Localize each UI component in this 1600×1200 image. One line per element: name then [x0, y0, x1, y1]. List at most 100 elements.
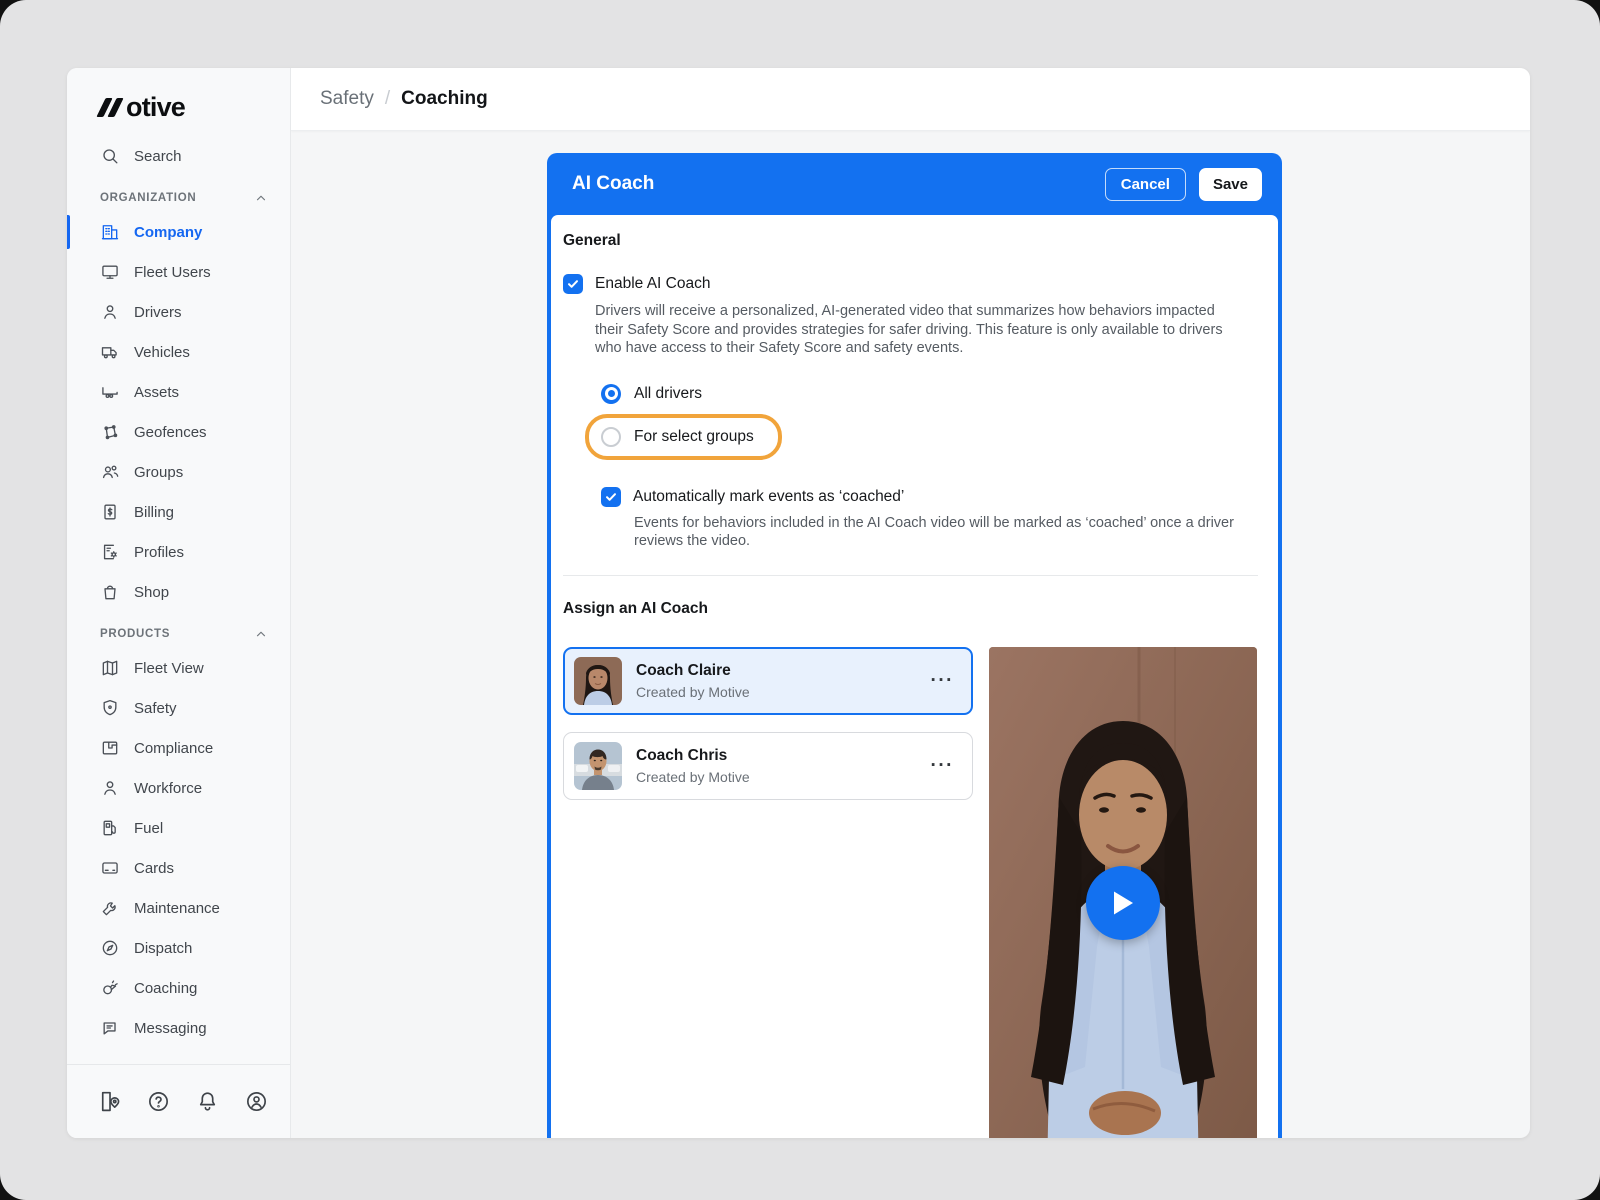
all-drivers-option[interactable]: All drivers [601, 383, 1258, 405]
radio-unselected-icon[interactable] [601, 427, 621, 447]
enable-ai-coach-description: Drivers will receive a personalized, AI-… [595, 302, 1229, 358]
cancel-button[interactable]: Cancel [1105, 168, 1186, 201]
screen: otive Search ORGANIZATION Company Fleet … [0, 0, 1600, 1200]
sidebar-item-company[interactable]: Company [67, 212, 290, 252]
check-icon [567, 278, 579, 290]
help-icon[interactable] [146, 1089, 171, 1114]
sidebar: otive Search ORGANIZATION Company Fleet … [67, 68, 291, 1138]
sidebar-item-safety[interactable]: Safety [67, 688, 290, 728]
sidebar-item-search[interactable]: Search [67, 136, 290, 176]
breadcrumb-coaching: Coaching [401, 88, 488, 110]
section-divider [563, 575, 1258, 576]
credit-card-icon [100, 858, 120, 878]
enable-ai-coach-row: Enable AI Coach [563, 274, 1258, 294]
sidebar-item-label: Company [134, 224, 202, 241]
person-icon [100, 302, 120, 322]
coach-chris-menu-button[interactable]: ··· [931, 761, 954, 771]
select-groups-highlight: For select groups [585, 414, 782, 460]
sidebar-item-label: Fuel [134, 820, 163, 837]
coach-claire-menu-button[interactable]: ··· [931, 676, 954, 686]
coach-claire-text: Coach Claire Created by Motive [636, 662, 750, 700]
motive-logo-text: otive [126, 94, 185, 121]
fuel-pump-icon [100, 818, 120, 838]
sidebar-item-cards[interactable]: Cards [67, 848, 290, 888]
coach-card-claire[interactable]: Coach Claire Created by Motive ··· [563, 647, 973, 715]
sidebar-item-label: Drivers [134, 304, 182, 321]
auto-mark-label: Automatically mark events as ‘coached’ [633, 487, 904, 507]
sidebar-item-label: Workforce [134, 780, 202, 797]
sidebar-item-label: Profiles [134, 544, 184, 561]
auto-mark-checkbox[interactable] [601, 487, 621, 507]
notifications-icon[interactable] [195, 1089, 220, 1114]
sidebar-item-label: Fleet Users [134, 264, 211, 281]
app-window: otive Search ORGANIZATION Company Fleet … [67, 68, 1530, 1138]
sidebar-item-dispatch[interactable]: Dispatch [67, 928, 290, 968]
assign-heading: Assign an AI Coach [563, 600, 1258, 618]
sidebar-item-label: Safety [134, 700, 177, 717]
coach-name: Coach Chris [636, 747, 750, 765]
geofence-icon [100, 422, 120, 442]
motive-logo: otive [67, 68, 290, 122]
sidebar-item-geofences[interactable]: Geofences [67, 412, 290, 452]
play-button[interactable] [1086, 866, 1160, 940]
sidebar-item-fuel[interactable]: Fuel [67, 808, 290, 848]
breadcrumb-safety[interactable]: Safety [320, 88, 374, 110]
sidebar-section-organization[interactable]: ORGANIZATION [67, 176, 290, 212]
coach-chris-avatar [574, 742, 622, 790]
sidebar-item-label: Maintenance [134, 900, 220, 917]
chat-icon [100, 1018, 120, 1038]
sidebar-item-fleet-view[interactable]: Fleet View [67, 648, 290, 688]
breadcrumb-separator: / [385, 88, 390, 110]
account-icon[interactable] [244, 1089, 269, 1114]
sidebar-item-profiles[interactable]: Profiles [67, 532, 290, 572]
sidebar-item-label: Dispatch [134, 940, 192, 957]
sidebar-item-shop[interactable]: Shop [67, 572, 290, 612]
sidebar-item-drivers[interactable]: Drivers [67, 292, 290, 332]
sidebar-item-messaging[interactable]: Messaging [67, 1008, 290, 1048]
sidebar-nav: Search ORGANIZATION Company Fleet Users … [67, 122, 290, 1064]
chevron-up-icon [254, 627, 268, 641]
sidebar-item-label: Search [134, 148, 182, 165]
monitor-icon [100, 262, 120, 282]
coach-chris-text: Coach Chris Created by Motive [636, 747, 750, 785]
sidebar-item-maintenance[interactable]: Maintenance [67, 888, 290, 928]
sidebar-item-coaching[interactable]: Coaching [67, 968, 290, 1008]
resources-icon[interactable] [97, 1089, 122, 1114]
coach-name: Coach Claire [636, 662, 750, 680]
shopping-bag-icon [100, 582, 120, 602]
sidebar-item-groups[interactable]: Groups [67, 452, 290, 492]
sidebar-item-label: Compliance [134, 740, 213, 757]
person-icon [100, 778, 120, 798]
enable-ai-coach-label: Enable AI Coach [595, 274, 710, 294]
enable-ai-coach-checkbox[interactable] [563, 274, 583, 294]
check-icon [605, 491, 617, 503]
radio-selected-icon[interactable] [601, 384, 621, 404]
general-heading: General [563, 232, 1258, 250]
ai-coach-panel: AI Coach Cancel Save General Enable AI C… [547, 153, 1282, 1138]
building-icon [100, 222, 120, 242]
panel-body: General Enable AI Coach Drivers will rec… [551, 215, 1278, 1138]
wrench-icon [100, 898, 120, 918]
coach-list: Coach Claire Created by Motive ··· Coach… [563, 647, 973, 800]
save-button[interactable]: Save [1199, 168, 1262, 201]
trailer-icon [100, 382, 120, 402]
sidebar-item-label: Cards [134, 860, 174, 877]
sidebar-item-billing[interactable]: Billing [67, 492, 290, 532]
truck-icon [100, 342, 120, 362]
coach-card-chris[interactable]: Coach Chris Created by Motive ··· [563, 732, 973, 800]
sidebar-item-assets[interactable]: Assets [67, 372, 290, 412]
sidebar-item-label: Groups [134, 464, 183, 481]
sidebar-item-workforce[interactable]: Workforce [67, 768, 290, 808]
coach-subtitle: Created by Motive [636, 769, 750, 785]
sidebar-item-fleet-users[interactable]: Fleet Users [67, 252, 290, 292]
sidebar-item-vehicles[interactable]: Vehicles [67, 332, 290, 372]
coach-video-preview[interactable]: 0:05 [989, 647, 1257, 1138]
sidebar-item-label: Geofences [134, 424, 207, 441]
breadcrumb: Safety / Coaching [291, 68, 1530, 131]
profile-doc-icon [100, 542, 120, 562]
search-icon [100, 146, 120, 166]
sidebar-section-products[interactable]: PRODUCTS [67, 612, 290, 648]
sidebar-item-compliance[interactable]: Compliance [67, 728, 290, 768]
auto-mark-row: Automatically mark events as ‘coached’ [601, 487, 1258, 507]
play-icon [1110, 889, 1136, 917]
